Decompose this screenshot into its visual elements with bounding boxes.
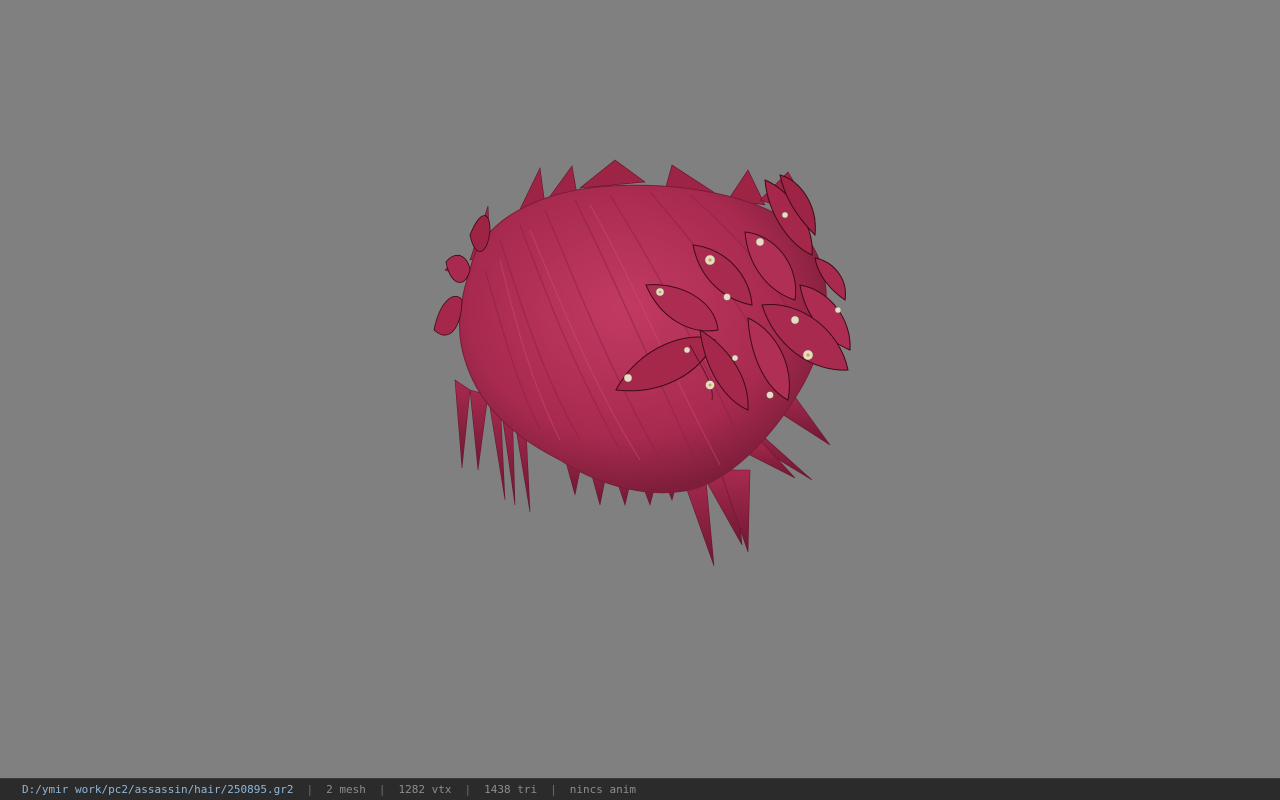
separator: |: [464, 783, 472, 796]
separator: |: [550, 783, 557, 796]
3d-viewport[interactable]: [0, 0, 1280, 778]
triangle-count: 1438 tri: [484, 783, 538, 796]
anim-status: nincs anim: [569, 783, 636, 796]
vertex-count: 1282 vtx: [398, 783, 452, 796]
mesh-count: 2 mesh: [326, 783, 366, 796]
separator: |: [378, 783, 386, 796]
separator: |: [306, 783, 314, 796]
file-path: D:/ymir work/pc2/assassin/hair/250895.gr…: [22, 783, 294, 796]
hair-model: [433, 159, 851, 567]
status-bar: D:/ymir work/pc2/assassin/hair/250895.gr…: [0, 778, 1280, 800]
